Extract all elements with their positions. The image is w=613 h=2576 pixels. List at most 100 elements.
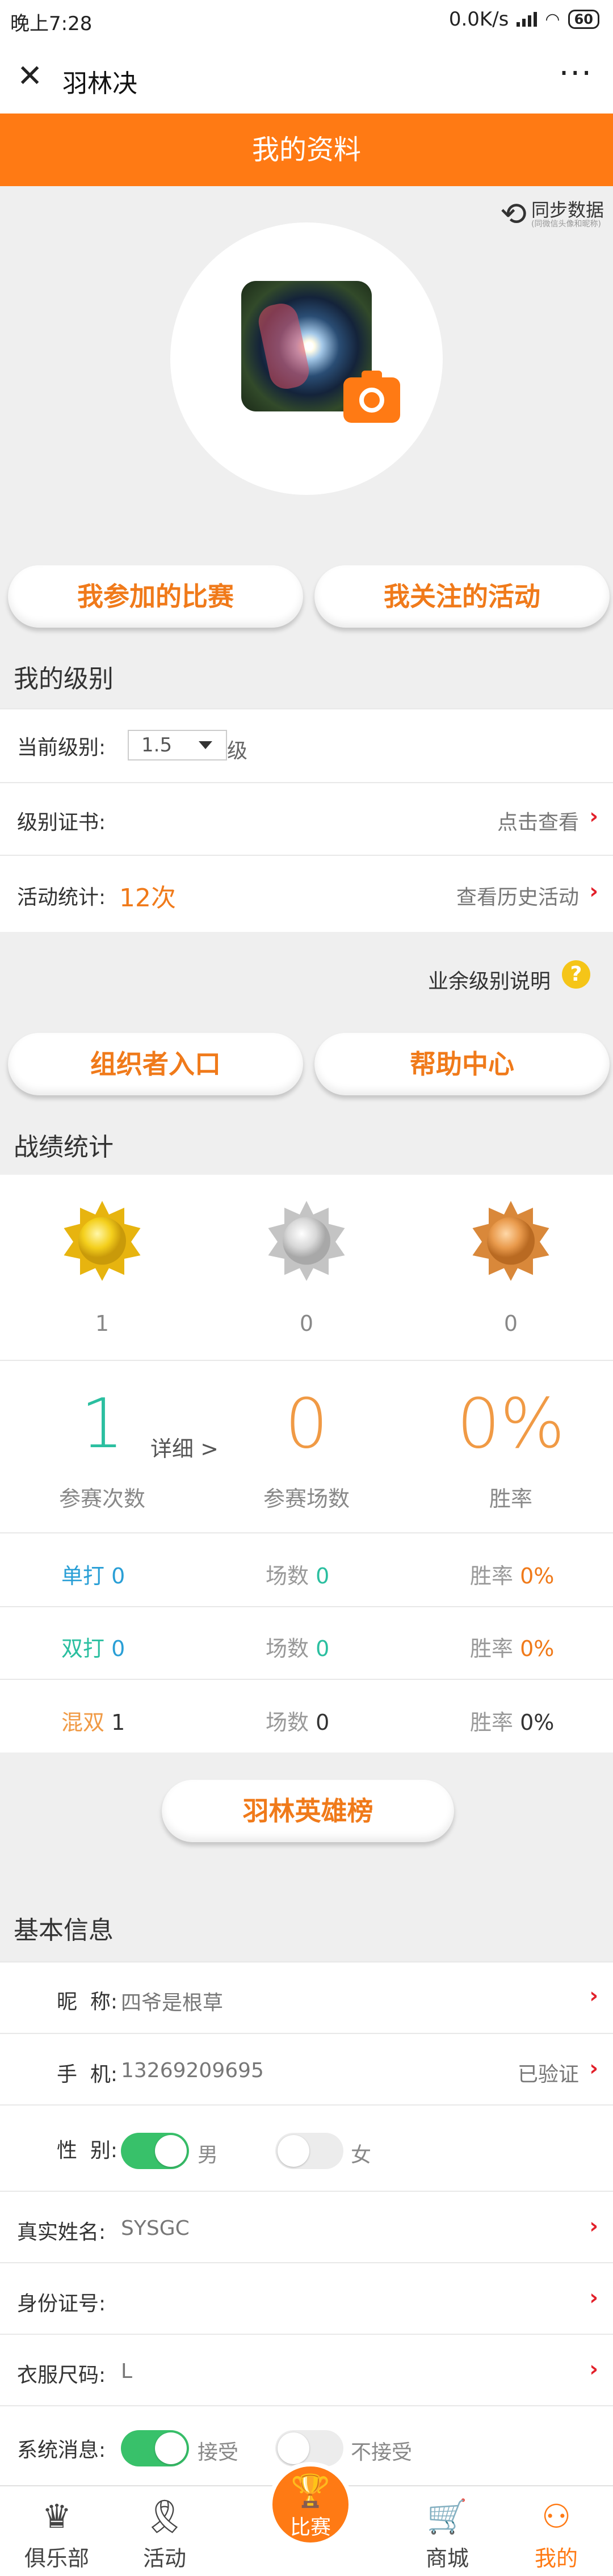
sync-icon: ⟲ — [500, 196, 527, 233]
idcard-label: 身份证号: — [17, 2292, 106, 2316]
level-cert-row[interactable]: 级别证书: 点击查看 › — [0, 782, 613, 855]
participations-value: 1 — [80, 1385, 124, 1464]
silver-count: 0 — [299, 1311, 314, 1336]
more-icon[interactable]: ··· — [559, 58, 593, 90]
chevron-right-icon: › — [589, 879, 598, 904]
bronze-medal-icon — [472, 1201, 549, 1281]
level-select[interactable]: 1.5 — [128, 730, 227, 760]
stats-card: 1 0 0 1 详细 > 0 0% 参赛次数 参赛场数 胜率 单打 0 场数 0… — [0, 1175, 613, 1753]
crown-icon: ♛ — [42, 2497, 72, 2536]
chevron-right-icon: › — [589, 804, 598, 829]
nickname-row[interactable]: 昵 称: 四爷是根草 › — [0, 1961, 613, 2033]
my-followed-button[interactable]: 我关注的活动 — [314, 565, 610, 628]
help-icon[interactable]: ? — [562, 960, 590, 989]
nav-title: 羽林决 — [62, 69, 137, 98]
mixed-type: 混双 1 — [61, 1710, 125, 1735]
chevron-right-icon: › — [589, 2285, 598, 2310]
phone-value: 13269209695 — [121, 2059, 264, 2082]
ribbon-icon: 🎗 — [144, 2497, 186, 2536]
realname-value: SYSGC — [121, 2217, 190, 2240]
cert-label: 级别证书: — [17, 811, 106, 834]
chevron-right-icon: › — [589, 2356, 598, 2381]
mixed-rate: 胜率 0% — [470, 1710, 555, 1735]
activity-row[interactable]: 活动统计: 12次 查看历史活动 › — [0, 855, 613, 932]
stats-section-title: 战绩统计 — [14, 1133, 114, 1162]
tab-mall-label: 商城 — [425, 2546, 469, 2571]
sync-data-button[interactable]: ⟲ 同步数据 (同微信头像和昵称) — [500, 199, 604, 230]
mixed-row: 混双 1 场数 0 胜率 0% — [0, 1679, 613, 1753]
camera-icon[interactable] — [343, 371, 400, 423]
organizer-button[interactable]: 组织者入口 — [8, 1033, 303, 1095]
tab-match[interactable]: 🏆 比赛 — [268, 2462, 353, 2547]
mixed-matches: 场数 0 — [266, 1710, 330, 1735]
activity-count: 12次 — [119, 884, 176, 913]
wifi-icon: ◠ — [545, 9, 560, 30]
basic-card: 昵 称: 四爷是根草 › 手 机: 13269209695 已验证 › 性 别:… — [0, 1961, 613, 2485]
doubles-row: 双打 0 场数 0 胜率 0% — [0, 1606, 613, 1679]
current-level-label: 当前级别: — [17, 736, 106, 759]
nickname-value: 四爷是根草 — [121, 1991, 224, 2015]
basic-section-title: 基本信息 — [14, 1916, 114, 1945]
close-icon[interactable]: ✕ — [17, 61, 45, 91]
cert-action[interactable]: 点击查看 — [497, 806, 579, 835]
gold-count: 1 — [95, 1311, 110, 1336]
phone-label: 手 机: — [57, 2063, 118, 2086]
battery-icon: 60 — [568, 10, 599, 29]
trophy-icon: 🏆 — [291, 2473, 330, 2510]
sysmsg-label: 系统消息: — [17, 2439, 106, 2462]
nickname-label: 昵 称: — [57, 1990, 118, 2014]
status-right: 0.0K/s ◠ 60 — [449, 8, 599, 31]
help-center-button[interactable]: 帮助中心 — [314, 1033, 610, 1095]
phone-row[interactable]: 手 机: 13269209695 已验证 › — [0, 2033, 613, 2104]
cart-icon: 🛒 — [426, 2497, 468, 2536]
status-time: 晚上7:28 — [10, 12, 93, 35]
status-bar: 晚上7:28 0.0K/s ◠ 60 — [0, 0, 613, 43]
win-rate-label: 胜率 — [489, 1486, 532, 1511]
level-select-value: 1.5 — [141, 734, 173, 757]
gender-female-label: 女 — [351, 2144, 372, 2167]
amateur-level-note[interactable]: 业余级别说明 — [428, 965, 551, 994]
sysmsg-accept-label: 接受 — [198, 2441, 239, 2464]
tab-mine[interactable]: ⚇ 我的 — [499, 2486, 613, 2576]
tab-activity-label: 活动 — [142, 2546, 186, 2571]
gender-male-label: 男 — [198, 2144, 219, 2167]
nav-bar: ✕ 羽林决 ··· — [0, 43, 613, 114]
win-rate-value: 0% — [456, 1385, 565, 1464]
tab-mine-label: 我的 — [534, 2546, 578, 2571]
detail-link[interactable]: 详细 > — [150, 1431, 219, 1463]
gender-row: 性 别: 男 女 — [0, 2104, 613, 2191]
singles-type: 单打 0 — [61, 1564, 125, 1589]
doubles-type: 双打 0 — [61, 1636, 125, 1661]
participations-label: 参赛次数 — [58, 1486, 145, 1511]
gender-female-toggle[interactable] — [275, 2133, 343, 2169]
tab-mall[interactable]: 🛒 商城 — [391, 2486, 504, 2576]
chevron-down-icon — [199, 741, 212, 749]
phone-status: 已验证 — [517, 2063, 579, 2086]
sysmsg-accept-toggle[interactable] — [121, 2430, 189, 2466]
tab-club[interactable]: ♛ 俱乐部 — [0, 2486, 114, 2576]
idcard-row[interactable]: 身份证号: › — [0, 2262, 613, 2334]
realname-row[interactable]: 真实姓名: SYSGC › — [0, 2191, 613, 2262]
page-title: 我的资料 — [0, 114, 613, 186]
hero-board-button[interactable]: 羽林英雄榜 — [162, 1780, 454, 1842]
chevron-right-icon: › — [589, 1983, 598, 2008]
sync-sublabel: (同微信头像和昵称) — [531, 220, 601, 229]
doubles-matches: 场数 0 — [266, 1636, 330, 1661]
tab-match-label: 比赛 — [289, 2516, 331, 2539]
singles-matches: 场数 0 — [266, 1564, 330, 1589]
level-card: 当前级别: 级 级别证书: 点击查看 › 活动统计: 12次 查看历史活动 › — [0, 708, 613, 932]
chevron-right-icon: › — [589, 2056, 598, 2081]
silver-medal-icon — [268, 1201, 345, 1281]
size-label: 衣服尺码: — [17, 2364, 106, 2387]
signal-icon — [517, 12, 538, 27]
gender-male-toggle[interactable] — [121, 2133, 189, 2169]
tab-club-label: 俱乐部 — [24, 2546, 89, 2571]
realname-label: 真实姓名: — [17, 2221, 106, 2244]
my-matches-button[interactable]: 我参加的比赛 — [8, 565, 303, 628]
doubles-rate: 胜率 0% — [470, 1636, 555, 1661]
size-row[interactable]: 衣服尺码: L › — [0, 2334, 613, 2405]
tab-activity[interactable]: 🎗 活动 — [108, 2486, 221, 2576]
history-action[interactable]: 查看历史活动 — [456, 881, 579, 910]
size-value: L — [121, 2360, 133, 2383]
sysmsg-reject-toggle[interactable] — [275, 2430, 343, 2466]
